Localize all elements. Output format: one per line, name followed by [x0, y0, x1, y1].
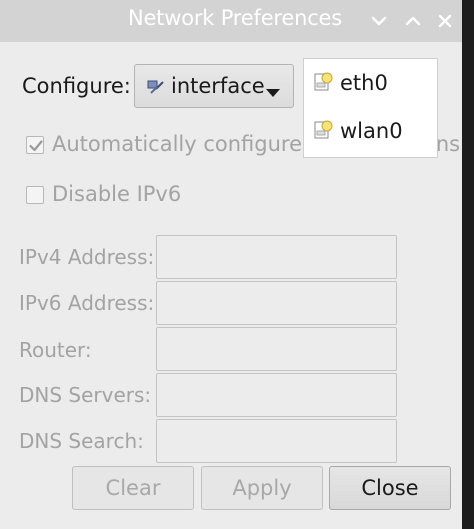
chevron-down-icon[interactable] — [368, 10, 390, 32]
close-icon[interactable] — [434, 10, 456, 32]
dropdown-item-wlan0[interactable]: wlan0 — [304, 111, 437, 151]
ipv4-address-label: IPv4 Address: — [19, 245, 155, 269]
close-button[interactable]: Close — [329, 466, 451, 510]
dropdown-item-label: eth0 — [340, 71, 388, 95]
dropdown-arrow-icon — [265, 83, 281, 102]
configure-selected-value: interface — [171, 74, 265, 98]
desktop-background — [462, 0, 474, 529]
network-adapter-icon — [313, 71, 335, 97]
dns-search-label: DNS Search: — [19, 429, 144, 453]
disable-ipv6-checkbox[interactable] — [26, 186, 44, 204]
router-input[interactable] — [156, 327, 397, 371]
dns-search-input[interactable] — [156, 419, 397, 463]
network-adapter-icon — [313, 119, 335, 145]
interface-dropdown-menu: eth0 wlan0 — [303, 58, 438, 158]
configure-label: Configure: — [22, 74, 131, 98]
title-bar[interactable]: Network Preferences — [0, 0, 462, 42]
dns-servers-label: DNS Servers: — [19, 383, 152, 407]
disable-ipv6-label: Disable IPv6 — [52, 182, 182, 206]
ipv4-address-input[interactable] — [156, 235, 397, 279]
auto-configure-checkbox[interactable] — [26, 136, 44, 154]
dropdown-item-label: wlan0 — [340, 119, 403, 143]
ipv6-address-label: IPv6 Address: — [19, 291, 155, 315]
apply-button[interactable]: Apply — [201, 466, 323, 510]
dns-servers-input[interactable] — [156, 373, 397, 417]
dropdown-item-eth0[interactable]: eth0 — [304, 63, 437, 103]
configure-combobox[interactable]: interface — [134, 64, 294, 108]
ipv6-address-input[interactable] — [156, 281, 397, 325]
network-preferences-window: Network Preferences Configure: interface — [0, 0, 462, 529]
clear-button[interactable]: Clear — [72, 466, 194, 510]
chevron-up-icon[interactable] — [402, 10, 424, 32]
window-title: Network Preferences — [127, 6, 343, 30]
network-interface-icon — [147, 77, 167, 101]
router-label: Router: — [19, 338, 92, 362]
